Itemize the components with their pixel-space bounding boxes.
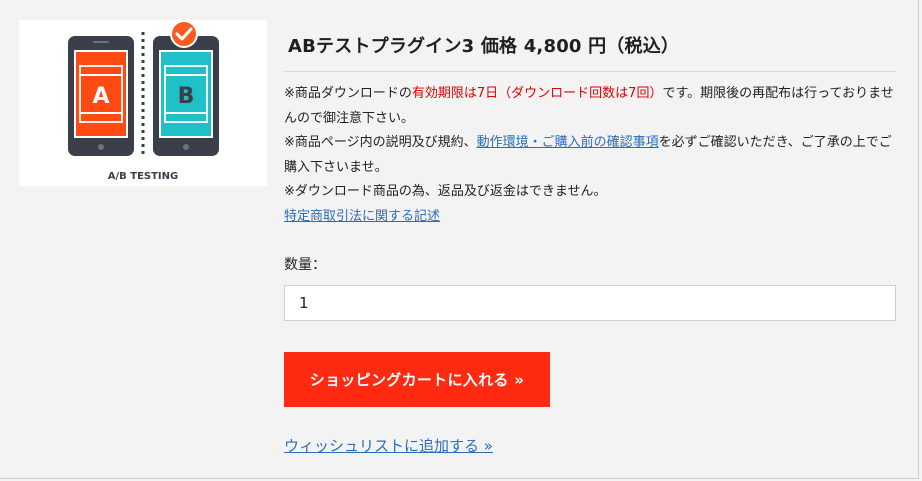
svg-text:A: A: [92, 84, 109, 109]
add-to-wishlist-link[interactable]: ウィッシュリストに追加する »: [284, 435, 493, 456]
phone-a-icon: A: [68, 36, 134, 156]
ab-testing-illustration: A B A/B TESTING: [68, 20, 219, 182]
product-details: ABテストプラグイン3 価格 4,800 円（税込） ※商品ダウンロードの有効期…: [284, 30, 896, 456]
product-image: A B A/B TESTING: [19, 20, 267, 186]
check-badge-icon: [170, 20, 198, 48]
quantity-input[interactable]: [284, 285, 896, 321]
product-panel: A B A/B TESTING ABテストプラグイン3 価格 4,800 円（税…: [0, 0, 919, 479]
notice-terms: ※商品ページ内の説明及び規約、動作環境・ご購入前の確認事項を必ずご確認いただき、…: [284, 135, 892, 175]
add-to-cart-button[interactable]: ショッピングカートに入れる »: [284, 352, 550, 407]
notice-legal: 特定商取引法に関する記述: [284, 205, 896, 230]
quantity-label: 数量：: [284, 257, 326, 273]
svg-text:B: B: [178, 84, 195, 109]
image-caption: A/B TESTING: [108, 171, 178, 182]
legal-notice-link[interactable]: 特定商取引法に関する記述: [284, 209, 440, 224]
product-title: ABテストプラグイン3 価格 4,800 円（税込）: [288, 36, 680, 57]
requirements-link[interactable]: 動作環境・ご購入前の確認事項: [477, 135, 659, 150]
notice-download-expiry: ※商品ダウンロードの有効期限は7日（ダウンロード回数は7回）です。期限後の再配布…: [284, 86, 894, 126]
expiry-highlight: 有効期限は7日（ダウンロード回数は7回）: [411, 86, 663, 101]
phone-b-icon: B: [153, 36, 219, 156]
purchase-notice: ※商品ダウンロードの有効期限は7日（ダウンロード回数は7回）です。期限後の再配布…: [284, 82, 896, 229]
notice-no-refund: ※ダウンロード商品の為、返品及び返金はできません。: [284, 184, 607, 199]
title-divider: [284, 71, 896, 72]
